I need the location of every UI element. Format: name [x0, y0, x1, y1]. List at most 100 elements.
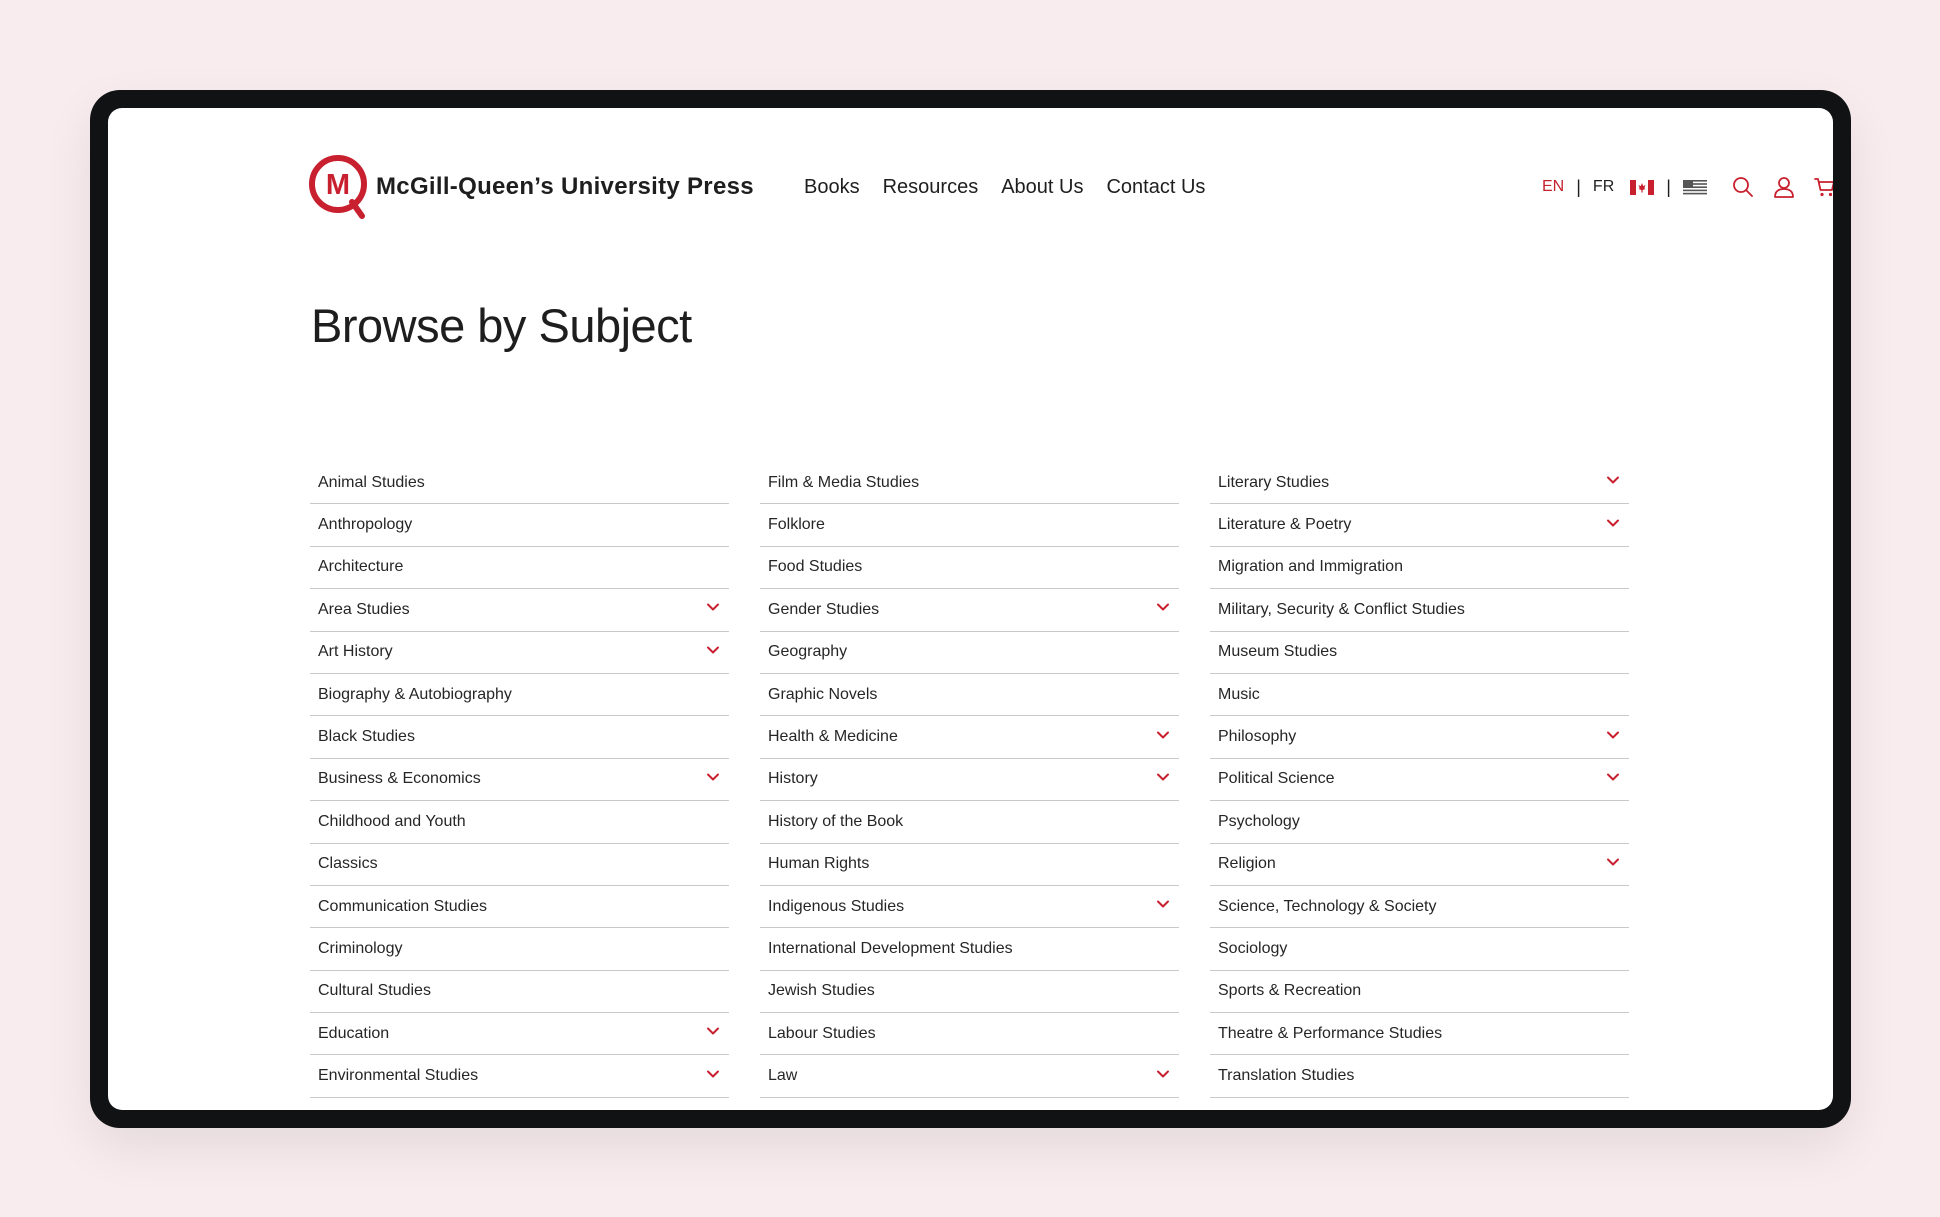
subject-item[interactable]: Childhood and Youth	[310, 801, 729, 844]
account-button[interactable]	[1770, 173, 1798, 201]
subject-item[interactable]: Human Rights	[760, 844, 1179, 886]
subject-item[interactable]: Graphic Novels	[760, 674, 1179, 717]
subject-item[interactable]: Classics	[310, 844, 729, 886]
subject-label: Education	[318, 1024, 390, 1042]
expand-toggle[interactable]	[1605, 727, 1621, 748]
subject-label: Military, Security & Conflict Studies	[1218, 600, 1465, 618]
expand-toggle[interactable]	[705, 642, 721, 663]
chevron-down-icon	[707, 773, 719, 781]
subject-item[interactable]: Biography & Autobiography	[310, 674, 729, 717]
subject-item[interactable]: Area Studies	[310, 589, 729, 632]
canada-flag-icon[interactable]	[1630, 179, 1655, 195]
browser-viewport: M McGill-Queen’s University Press Books …	[108, 108, 1833, 1110]
expand-toggle[interactable]	[1605, 472, 1621, 493]
search-button[interactable]	[1729, 173, 1757, 201]
subject-item[interactable]: International Development Studies	[760, 928, 1179, 971]
expand-toggle[interactable]	[1155, 896, 1171, 917]
subject-label: Jewish Studies	[768, 982, 875, 1000]
subject-item[interactable]: Literary Studies	[1210, 462, 1629, 505]
subject-item[interactable]: Architecture	[310, 547, 729, 590]
lang-en[interactable]: EN	[1542, 178, 1564, 196]
us-flag-icon[interactable]	[1682, 179, 1707, 195]
subject-item[interactable]: Black Studies	[310, 716, 729, 759]
nav-resources[interactable]: Resources	[883, 176, 979, 199]
subject-item[interactable]: Religion	[1210, 844, 1629, 886]
expand-toggle[interactable]	[1605, 769, 1621, 790]
page-title: Browse by Subject	[311, 299, 692, 352]
subject-item[interactable]: Museum Studies	[1210, 632, 1629, 674]
subject-label: Animal Studies	[318, 473, 425, 491]
subject-label: Classics	[318, 855, 378, 873]
subject-item[interactable]: Environmental Studies	[310, 1055, 729, 1098]
chevron-down-icon	[1605, 1108, 1621, 1110]
expand-toggle[interactable]	[1605, 1108, 1621, 1110]
expand-toggle[interactable]	[705, 1023, 721, 1044]
subject-item[interactable]: History of the Book	[760, 801, 1179, 844]
subject-item[interactable]: Science, Technology & Society	[1210, 886, 1629, 929]
subject-item[interactable]: Labour Studies	[760, 1013, 1179, 1056]
subject-item[interactable]: Psychology	[1210, 801, 1629, 844]
subject-item[interactable]: Literature & Poetry	[1210, 504, 1629, 547]
nav-contact-us[interactable]: Contact Us	[1106, 176, 1205, 199]
subject-item[interactable]: Jewish Studies	[760, 971, 1179, 1014]
subject-item[interactable]: Education	[310, 1013, 729, 1056]
nav-books[interactable]: Books	[804, 176, 860, 199]
subject-item[interactable]: Food Studies	[760, 547, 1179, 590]
expand-toggle[interactable]	[1155, 769, 1171, 790]
chevron-down-icon	[705, 1108, 721, 1110]
subject-item[interactable]: Political Science	[1210, 759, 1629, 802]
brand-logo-link[interactable]: M McGill-Queen’s University Press	[308, 152, 754, 222]
subject-item[interactable]: Anthropology	[310, 504, 729, 547]
expand-toggle[interactable]	[1155, 1066, 1171, 1087]
subject-item[interactable]: Communication Studies	[310, 886, 729, 929]
lang-fr[interactable]: FR	[1593, 178, 1614, 196]
subject-column: Animal Studies Anthropology Architecture Ar…	[310, 462, 729, 1110]
subject-item[interactable]: Translation Studies	[1210, 1055, 1629, 1098]
subject-item[interactable]: Art History	[310, 632, 729, 674]
subject-item[interactable]: Philosophy	[1210, 716, 1629, 759]
subject-item[interactable]: Animal Studies	[310, 462, 729, 505]
chevron-down-icon	[707, 603, 719, 611]
subject-item[interactable]: Film & Media Studies	[760, 462, 1179, 505]
subject-item[interactable]: Health & Medicine	[760, 716, 1179, 759]
subject-item[interactable]: Urban Studies	[1210, 1098, 1629, 1111]
chevron-down-icon	[1607, 476, 1619, 484]
subject-item[interactable]: Indigenous Studies	[760, 886, 1179, 929]
chevron-down-icon	[1157, 731, 1169, 739]
subject-label: Area Studies	[318, 600, 410, 618]
site-header: M McGill-Queen’s University Press Books …	[308, 152, 1833, 222]
expand-toggle[interactable]	[705, 599, 721, 620]
subject-item[interactable]: Linguistics	[760, 1098, 1179, 1111]
subject-label: Geography	[768, 643, 848, 661]
subject-item[interactable]: Music	[1210, 674, 1629, 717]
subject-item[interactable]: Migration and Immigration	[1210, 547, 1629, 590]
subject-item[interactable]: Business & Economics	[310, 759, 729, 802]
subject-item[interactable]: History	[760, 759, 1179, 802]
device-frame: M McGill-Queen’s University Press Books …	[90, 90, 1851, 1128]
cart-button[interactable]	[1811, 173, 1833, 201]
subject-item[interactable]: Military, Security & Conflict Studies	[1210, 589, 1629, 632]
subject-item[interactable]: Exploration & Travel	[310, 1098, 729, 1111]
subject-label: Human Rights	[768, 855, 870, 873]
expand-toggle[interactable]	[1605, 854, 1621, 875]
subject-item[interactable]: Geography	[760, 632, 1179, 674]
expand-toggle[interactable]	[1155, 727, 1171, 748]
chevron-down-icon	[1607, 519, 1619, 527]
subject-item[interactable]: Theatre & Performance Studies	[1210, 1013, 1629, 1056]
subject-label: Film & Media Studies	[768, 473, 920, 491]
expand-toggle[interactable]	[1155, 599, 1171, 620]
expand-toggle[interactable]	[705, 1108, 721, 1110]
subject-item[interactable]: Cultural Studies	[310, 971, 729, 1014]
subject-item[interactable]: Gender Studies	[760, 589, 1179, 632]
subject-item[interactable]: Law	[760, 1055, 1179, 1098]
subject-label: Health & Medicine	[768, 728, 898, 746]
subject-item[interactable]: Folklore	[760, 504, 1179, 547]
expand-toggle[interactable]	[1605, 515, 1621, 536]
chevron-down-icon	[1607, 731, 1619, 739]
subject-item[interactable]: Sports & Recreation	[1210, 971, 1629, 1014]
nav-about-us[interactable]: About Us	[1001, 176, 1083, 199]
subject-item[interactable]: Criminology	[310, 928, 729, 971]
subject-item[interactable]: Sociology	[1210, 928, 1629, 971]
expand-toggle[interactable]	[705, 769, 721, 790]
expand-toggle[interactable]	[705, 1066, 721, 1087]
